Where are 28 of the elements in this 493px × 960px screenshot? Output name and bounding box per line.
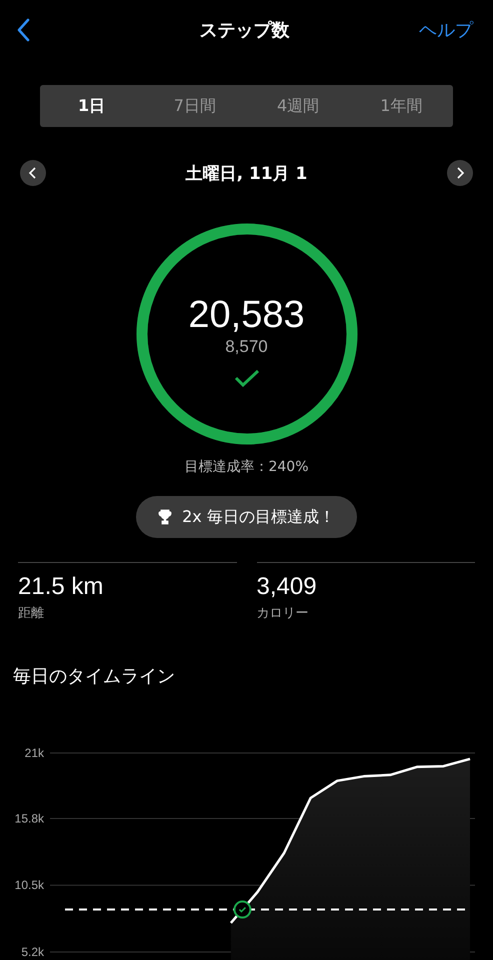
period-tab[interactable]: 7日間 (143, 85, 246, 127)
goal-marker-icon (233, 900, 252, 919)
chevron-left-icon (28, 167, 38, 179)
badge-text: 2x 毎日の目標達成！ (182, 506, 335, 528)
stat-value: 21.5 km (18, 573, 104, 601)
stat-label: カロリー (256, 605, 310, 622)
chevron-right-icon (455, 167, 465, 179)
stat-value: 3,409 (256, 573, 318, 601)
section-title: 毎日のタイムライン (13, 665, 176, 688)
achievement-badge[interactable]: 2x 毎日の目標達成！ (136, 496, 357, 538)
help-link[interactable]: ヘルプ (419, 18, 473, 42)
date-label: 土曜日, 11月 1 (186, 162, 308, 184)
period-tab[interactable]: 1年間 (350, 85, 453, 127)
previous-day-button[interactable] (20, 160, 46, 186)
screen-title: ステップ数 (200, 19, 290, 42)
step-count: 20,583 (188, 295, 305, 337)
next-day-button[interactable] (447, 160, 473, 186)
goal-rate: 目標達成率：240% (183, 458, 310, 476)
axis-label: 15.8k (14, 812, 44, 826)
axis-label: 10.5k (14, 878, 44, 892)
axis-label: 5.2k (21, 945, 44, 959)
axis-label: 21k (24, 746, 44, 760)
trophy-icon (158, 509, 172, 525)
stat-label: 距離 (18, 605, 45, 622)
period-tab[interactable]: 4週間 (246, 85, 350, 127)
back-icon[interactable] (16, 18, 30, 42)
period-tab[interactable]: 1日 (40, 85, 144, 127)
step-goal: 8,570 (225, 336, 268, 357)
